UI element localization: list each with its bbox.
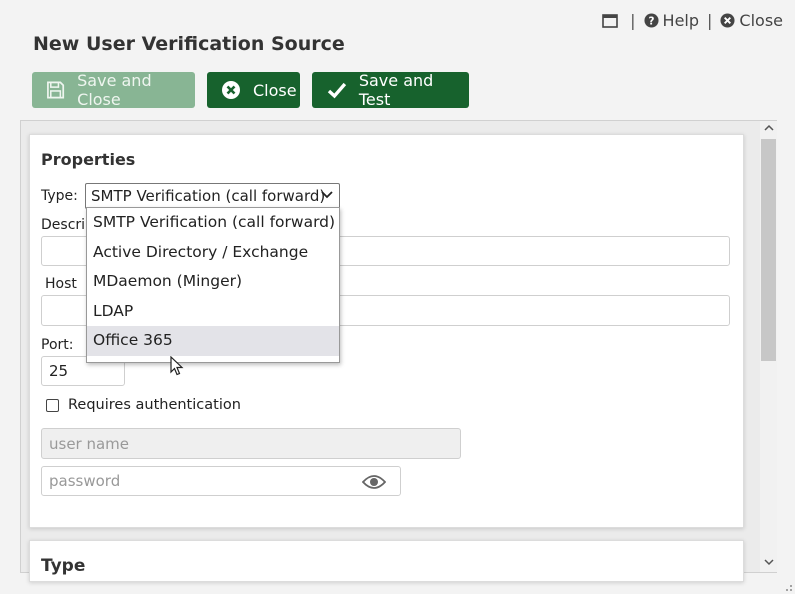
close-circle-icon <box>222 81 240 99</box>
username-input[interactable]: user name <box>41 428 461 459</box>
scroll-up-icon[interactable] <box>764 124 774 135</box>
close-button-label: Close <box>253 80 297 100</box>
mouse-cursor-icon <box>170 356 184 376</box>
type-select-value: SMTP Verification (call forward) <box>91 187 326 205</box>
close-link-label: Close <box>739 11 783 30</box>
type-card <box>29 540 744 582</box>
window-toggle-button[interactable] <box>602 13 622 28</box>
type-option[interactable]: Active Directory / Exchange <box>87 238 339 268</box>
close-circle-icon <box>720 13 735 28</box>
svg-text:?: ? <box>648 15 654 27</box>
type-option[interactable]: LDAP <box>87 297 339 327</box>
top-links: | ? Help | Close <box>602 11 783 30</box>
help-link-label: Help <box>662 11 700 30</box>
link-separator: | <box>707 11 713 30</box>
resize-grip-icon[interactable] <box>785 584 793 592</box>
type-option-hovered[interactable]: Office 365 <box>87 326 339 356</box>
link-separator: | <box>630 11 636 30</box>
description-label: Descri <box>41 217 86 233</box>
requires-auth-label: Requires authentication <box>68 397 241 413</box>
save-and-close-button[interactable]: Save and Close <box>32 71 195 109</box>
requires-auth-checkbox[interactable] <box>46 399 59 412</box>
scrollbar-thumb[interactable] <box>761 139 776 361</box>
save-icon <box>47 81 65 99</box>
password-placeholder: password <box>49 472 121 490</box>
save-and-close-label: Save and Close <box>77 71 152 109</box>
close-link[interactable]: Close <box>720 11 783 30</box>
chevron-down-icon <box>321 191 333 199</box>
close-button[interactable]: Close <box>207 72 300 108</box>
save-and-test-button[interactable]: Save and Test <box>312 71 469 109</box>
window-icon <box>602 13 618 28</box>
port-label: Port: <box>41 337 74 353</box>
type-select[interactable]: SMTP Verification (call forward) <box>85 183 340 209</box>
type-option[interactable]: MDaemon (Minger) <box>87 267 339 297</box>
type-section-heading: Type <box>41 556 86 576</box>
type-label: Type: <box>41 188 78 204</box>
save-and-test-label: Save and Test <box>358 71 434 109</box>
type-option[interactable]: SMTP Verification (call forward) <box>87 208 339 238</box>
vertical-scrollbar[interactable] <box>760 121 777 572</box>
type-dropdown-list: SMTP Verification (call forward) Active … <box>86 207 340 363</box>
host-label: Host <box>45 276 77 292</box>
username-placeholder: user name <box>49 434 130 453</box>
properties-heading: Properties <box>41 150 136 169</box>
scroll-down-icon[interactable] <box>764 558 774 569</box>
password-input[interactable]: password <box>41 466 401 496</box>
eye-icon[interactable] <box>362 474 386 490</box>
help-link[interactable]: ? Help <box>644 11 699 30</box>
page-title: New User Verification Source <box>33 33 345 55</box>
question-icon: ? <box>644 13 659 28</box>
checkmark-icon <box>327 82 347 99</box>
